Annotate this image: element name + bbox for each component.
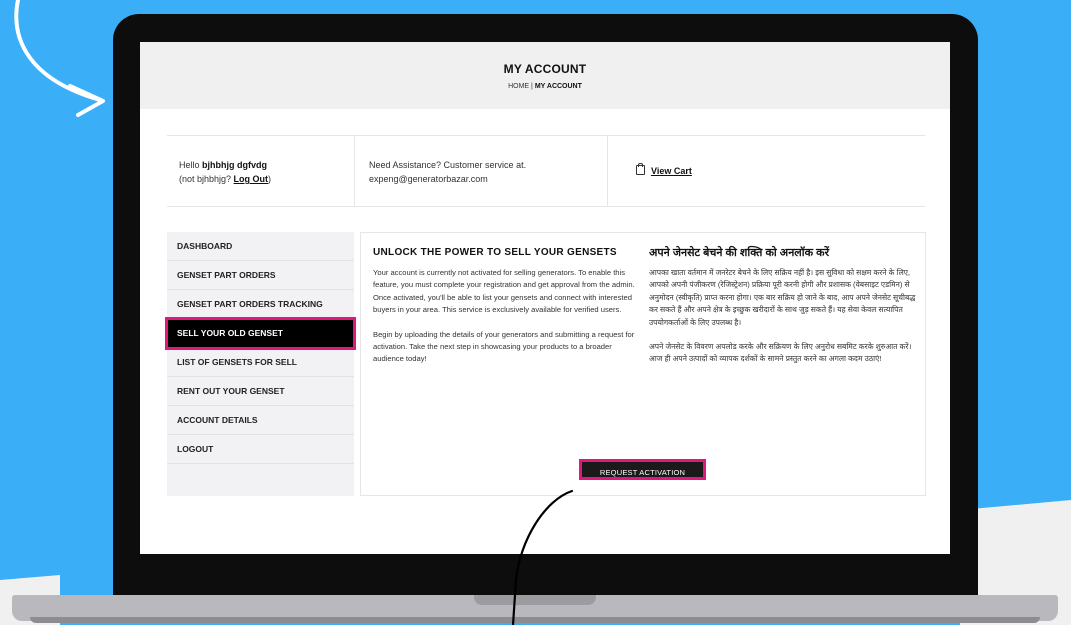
sidebar-item-account-details[interactable]: ACCOUNT DETAILS xyxy=(167,406,354,435)
shopping-bag-icon xyxy=(636,163,645,175)
hindi-paragraph-1: आपका खाता वर्तमान में जनरेटर बेचने के लि… xyxy=(649,268,916,327)
english-paragraph-1: Your account is currently not activated … xyxy=(373,268,635,315)
account-info-box: Hello bjhbhjg dgfvdg (not bjhbhjg? Log O… xyxy=(167,135,925,207)
hindi-column: अपने जेनसेट बेचने की शक्ति को अनलॉक करें… xyxy=(649,245,919,378)
assistance-cell: Need Assistance? Customer service at. ex… xyxy=(355,136,608,206)
cart-cell: View Cart xyxy=(608,136,925,206)
sidebar-item-genset-part-orders[interactable]: GENSET PART ORDERS xyxy=(167,261,354,290)
page-title: MY ACCOUNT xyxy=(503,62,587,76)
support-email[interactable]: expeng@generatorbazar.com xyxy=(369,174,488,184)
hello-prefix: Hello xyxy=(179,160,203,170)
request-activation-button[interactable]: REQUEST ACTIVATION xyxy=(579,459,706,480)
sidebar-item-genset-part-orders-tracking[interactable]: GENSET PART ORDERS TRACKING xyxy=(167,290,354,319)
assistance-text: Need Assistance? Customer service at. xyxy=(369,160,527,170)
breadcrumb-current: MY ACCOUNT xyxy=(534,83,582,90)
logout-link[interactable]: Log Out xyxy=(234,174,269,184)
laptop-base-shadow xyxy=(30,617,1040,623)
hindi-paragraph-2: अपने जेनसेट के विवरण अपलोड करके और सक्रि… xyxy=(649,342,912,364)
laptop-notch xyxy=(474,595,596,605)
hindi-heading: अपने जेनसेट बेचने की शक्ति को अनलॉक करें xyxy=(649,247,830,259)
sidebar-item-logout[interactable]: LOGOUT xyxy=(167,435,354,464)
sidebar-item-sell-your-old-genset[interactable]: SELL YOUR OLD GENSET xyxy=(165,317,356,350)
not-user-suffix: ) xyxy=(268,174,272,184)
breadcrumb: HOME | MY ACCOUNT xyxy=(140,83,950,90)
browser-screen: MY ACCOUNT HOME | MY ACCOUNT Hello bjhbh… xyxy=(140,42,950,554)
view-cart-link[interactable]: View Cart xyxy=(651,166,692,176)
sidebar-item-rent-out-your-genset[interactable]: RENT OUT YOUR GENSET xyxy=(167,377,354,406)
breadcrumb-separator: | xyxy=(531,83,533,90)
user-name: bjhbhjg dgfvdg xyxy=(202,160,267,170)
sell-genset-panel: UNLOCK THE POWER TO SELL YOUR GENSETS Yo… xyxy=(360,232,926,496)
breadcrumb-home[interactable]: HOME xyxy=(508,83,529,90)
page-header: MY ACCOUNT HOME | MY ACCOUNT xyxy=(140,42,950,109)
english-paragraph-2: Begin by uploading the details of your g… xyxy=(373,329,635,364)
english-heading: UNLOCK THE POWER TO SELL YOUR GENSETS xyxy=(373,247,617,258)
greeting-cell: Hello bjhbhjg dgfvdg (not bjhbhjg? Log O… xyxy=(167,136,355,206)
account-sidebar: DASHBOARD GENSET PART ORDERS GENSET PART… xyxy=(165,232,356,496)
english-column: UNLOCK THE POWER TO SELL YOUR GENSETS Yo… xyxy=(373,247,635,378)
sidebar-item-list-of-gensets-for-sell[interactable]: LIST OF GENSETS FOR SELL xyxy=(167,348,354,377)
sidebar-item-dashboard[interactable]: DASHBOARD xyxy=(167,232,354,261)
not-user-prefix: (not bjhbhjg? xyxy=(179,174,234,184)
